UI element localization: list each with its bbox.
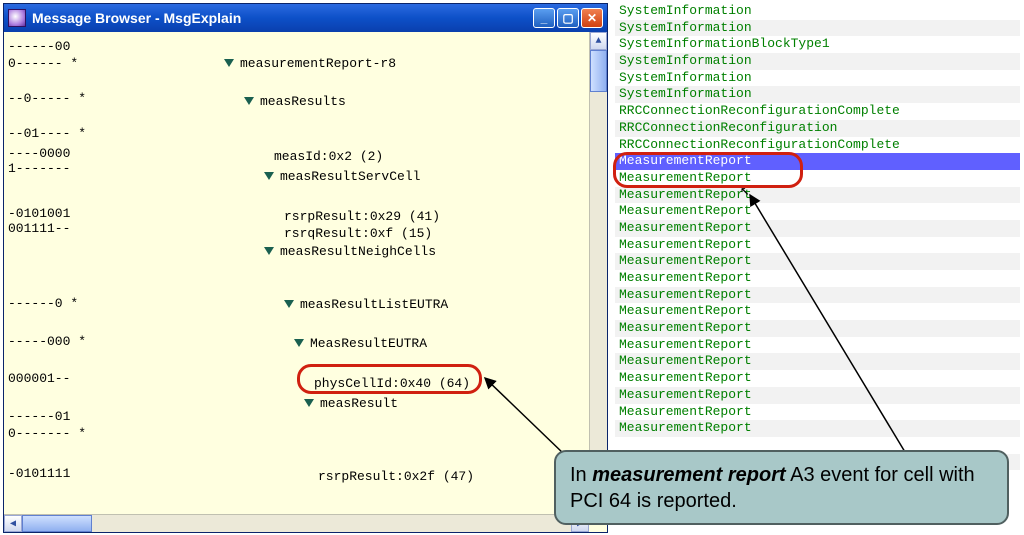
tree-node[interactable]: physCellId:0x40 (64) [314,374,470,392]
tree-node[interactable]: rsrqResult:0xf (15) [284,224,432,242]
tree-node-label: measResult [320,396,398,411]
tree-node[interactable]: measResultNeighCells [264,242,436,260]
message-list-item[interactable]: MeasurementReport [615,237,1020,254]
tree-node-label: measurementReport-r8 [240,56,396,71]
bit-row: 000001-- [8,372,70,385]
message-list-item[interactable]: MeasurementReport [615,337,1020,354]
bit-row: 1------- [8,162,70,175]
tree-node[interactable]: MeasResultEUTRA [294,334,427,352]
tree-node[interactable]: measResult [304,394,398,412]
tree-node-label: measResults [260,94,346,109]
scroll-up-button[interactable]: ▲ [590,32,607,50]
app-icon [8,9,26,27]
message-list-item[interactable]: MeasurementReport [615,287,1020,304]
maximize-button[interactable]: ▢ [557,8,579,28]
message-list-item[interactable]: MeasurementReport [615,187,1020,204]
tree-node[interactable]: measurementReport-r8 [224,54,396,72]
scroll-left-button[interactable]: ◀ [4,515,22,532]
message-list-item[interactable]: MeasurementReport [615,420,1020,437]
tree-node[interactable]: measResultListEUTRA [284,295,448,313]
callout-bold: measurement report [592,464,785,486]
bit-row: ----0000 [8,147,70,160]
message-list-item[interactable]: MeasurementReport [615,253,1020,270]
tree-node[interactable]: measResultServCell [264,167,420,185]
message-list-item[interactable]: RRCConnectionReconfigurationComplete [615,103,1020,120]
message-list-item[interactable]: SystemInformation [615,53,1020,70]
tree-node-label: rsrpResult:0x2f (47) [318,469,474,484]
tree-node-label: physCellId:0x40 (64) [314,376,470,391]
vertical-scrollbar[interactable]: ▲ ▼ [589,32,607,514]
message-list-item[interactable]: MeasurementReport [615,220,1020,237]
bit-gutter: ------000------ *--0----- *--01---- *---… [4,32,72,532]
expand-icon[interactable] [284,300,294,308]
annotation-callout: In measurement report A3 event for cell … [554,450,1009,525]
bit-row: 001111-- [8,222,70,235]
message-list-item[interactable]: MeasurementReport [615,170,1020,187]
bit-row: -0101111 [8,467,70,480]
message-list-item[interactable]: MeasurementReport [615,203,1020,220]
message-list-item[interactable]: SystemInformation [615,70,1020,87]
tree-node-label: rsrpResult:0x29 (41) [284,209,440,224]
tree-node[interactable]: rsrpResult:0x2f (47) [318,467,474,485]
callout-prefix: In [570,464,592,486]
bit-row: ------0 * [8,297,78,310]
message-list-item[interactable]: MeasurementReport [615,353,1020,370]
titlebar[interactable]: Message Browser - MsgExplain _ ▢ ✕ [4,4,607,32]
message-list-item[interactable]: SystemInformation [615,3,1020,20]
expand-icon[interactable] [264,247,274,255]
message-list-item[interactable]: MeasurementReport [615,270,1020,287]
message-list-item[interactable]: MeasurementReport [615,303,1020,320]
tree-node-label: measResultServCell [280,169,420,184]
message-list-item[interactable]: SystemInformationBlockType1 [615,36,1020,53]
tree-node[interactable]: rsrpResult:0x29 (41) [284,207,440,225]
message-list-item[interactable]: MeasurementReport [615,320,1020,337]
tree-node-label: rsrqResult:0xf (15) [284,226,432,241]
close-button[interactable]: ✕ [581,8,603,28]
message-list-item[interactable]: SystemInformation [615,20,1020,37]
content-pane: ------00 0------ * --0----- * --01---- * ---… [4,32,607,532]
bit-row: --0----- * [8,92,86,105]
horizontal-scrollbar[interactable]: ◀ ▶ [4,514,589,532]
expand-icon[interactable] [294,339,304,347]
tree-node-label: MeasResultEUTRA [310,336,427,351]
bit-row: ------00 [8,40,70,53]
message-list-item[interactable]: SystemInformation [615,86,1020,103]
vscroll-thumb[interactable] [590,50,607,92]
expand-icon[interactable] [224,59,234,67]
bit-row: ------01 [8,410,70,423]
tree-node-label: measId:0x2 (2) [274,149,383,164]
tree-node[interactable]: measId:0x2 (2) [274,147,383,165]
tree-node-label: measResultNeighCells [280,244,436,259]
message-tree: measurementReport-r8 measResults measId:0x… [154,32,584,532]
tree-node-label: measResultListEUTRA [300,297,448,312]
minimize-button[interactable]: _ [533,8,555,28]
bit-row: --01---- * [8,127,86,140]
expand-icon[interactable] [244,97,254,105]
message-list-item[interactable]: MeasurementReport [615,387,1020,404]
hscroll-thumb[interactable] [22,515,92,532]
expand-icon[interactable] [304,399,314,407]
message-browser-window: Message Browser - MsgExplain _ ▢ ✕ -----… [3,3,608,533]
message-list-item[interactable]: MeasurementReport [615,404,1020,421]
message-list-item[interactable]: RRCConnectionReconfigurationComplete [615,137,1020,154]
bit-row: 0------ * [8,57,78,70]
bit-row: -0101001 [8,207,70,220]
bit-row: -----000 * [8,335,86,348]
expand-icon[interactable] [264,172,274,180]
window-title: Message Browser - MsgExplain [32,10,533,26]
bit-row: 0------- * [8,427,86,440]
message-list-item[interactable]: MeasurementReport [615,370,1020,387]
message-list-item[interactable]: MeasurementReport [615,153,1020,170]
message-list-item[interactable]: RRCConnectionReconfiguration [615,120,1020,137]
tree-node[interactable]: measResults [244,92,346,110]
